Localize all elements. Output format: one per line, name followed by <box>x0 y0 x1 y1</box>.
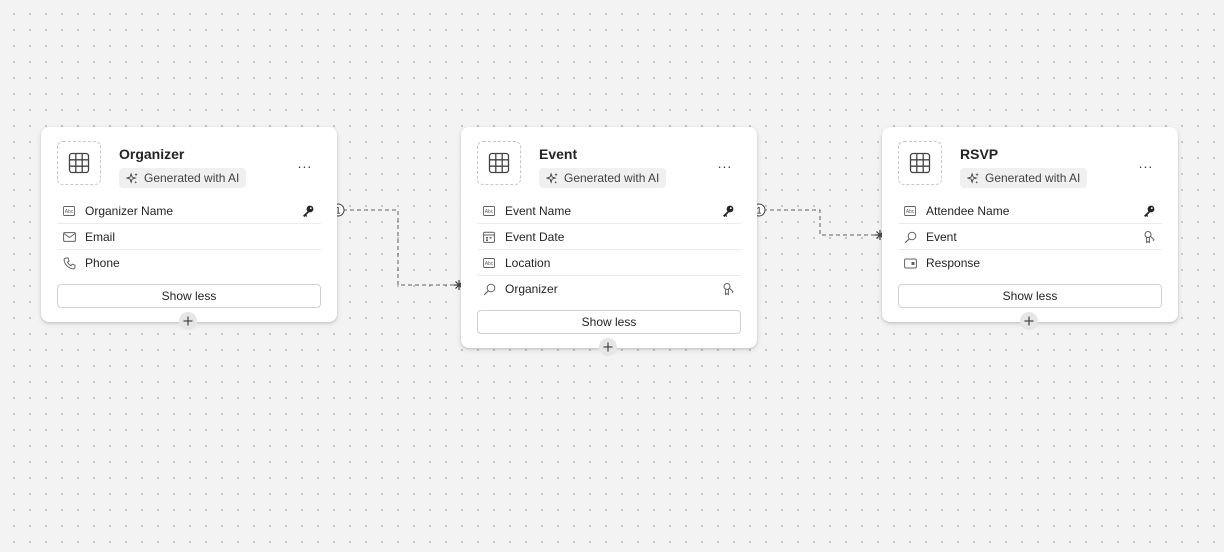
table-title: Organizer <box>119 146 185 162</box>
add-field-button[interactable] <box>1020 312 1038 330</box>
generated-with-ai-badge: Generated with AI <box>539 168 667 188</box>
field-label: Response <box>926 256 981 270</box>
table-title: RSVP <box>960 146 999 162</box>
plus-icon <box>603 342 613 352</box>
field-row-attendee-name[interactable]: Abc Attendee Name <box>898 199 1162 224</box>
badge-label: Generated with AI <box>564 171 660 185</box>
field-label: Attendee Name <box>926 204 1010 218</box>
badge-label: Generated with AI <box>985 171 1081 185</box>
field-list: Abc Event Name Event Date Abc Location O… <box>461 199 757 301</box>
svg-text:1: 1 <box>756 206 761 216</box>
field-label: Event <box>926 230 957 244</box>
field-label: Phone <box>85 256 120 270</box>
show-less-button[interactable]: Show less <box>57 284 321 308</box>
plus-icon <box>183 316 193 326</box>
table-icon <box>477 141 521 185</box>
table-title: Event <box>539 146 578 162</box>
primary-key-icon <box>1142 204 1156 218</box>
foreign-key-icon <box>721 282 735 296</box>
field-label: Email <box>85 230 116 244</box>
email-icon <box>57 232 81 242</box>
field-label: Location <box>505 256 551 270</box>
table-icon <box>898 141 942 185</box>
field-label: Event Date <box>505 230 565 244</box>
field-row-email[interactable]: Email <box>57 225 321 250</box>
field-label: Organizer <box>505 282 558 296</box>
field-row-organizer[interactable]: Organizer <box>477 277 741 301</box>
field-row-organizer-name[interactable]: Abc Organizer Name <box>57 199 321 224</box>
sparkle-icon <box>967 171 979 184</box>
sparkle-icon <box>546 171 558 184</box>
add-field-button[interactable] <box>179 312 197 330</box>
field-list: Abc Attendee Name Event Response <box>882 199 1178 275</box>
show-less-button[interactable]: Show less <box>477 310 741 334</box>
relationship-organizer-event[interactable]: 1 <box>322 203 478 290</box>
choice-icon <box>898 258 922 269</box>
lookup-icon <box>477 283 501 296</box>
relationship-event-rsvp[interactable]: 1 <box>742 203 900 240</box>
field-row-event[interactable]: Event <box>898 225 1162 250</box>
primary-key-icon <box>301 204 315 218</box>
card-header: Organizer Generated with AI ... <box>41 127 337 199</box>
text-field-icon: Abc <box>477 258 501 268</box>
table-card-organizer[interactable]: Organizer Generated with AI ... Abc Orga… <box>41 127 337 330</box>
more-options-button[interactable]: ... <box>1134 155 1158 171</box>
field-row-event-date[interactable]: Event Date <box>477 225 741 250</box>
text-field-icon: Abc <box>57 206 81 216</box>
primary-key-icon <box>721 204 735 218</box>
more-options-button[interactable]: ... <box>293 155 317 171</box>
calendar-icon <box>477 231 501 243</box>
show-less-button[interactable]: Show less <box>898 284 1162 308</box>
add-field-button[interactable] <box>599 338 617 356</box>
more-options-button[interactable]: ... <box>713 155 737 171</box>
svg-text:Abc: Abc <box>485 261 494 267</box>
card-header: RSVP Generated with AI ... <box>882 127 1178 199</box>
foreign-key-icon <box>1142 230 1156 244</box>
svg-text:Abc: Abc <box>906 209 915 215</box>
phone-icon <box>57 257 81 270</box>
field-list: Abc Organizer Name Email Phone <box>41 199 337 275</box>
field-row-phone[interactable]: Phone <box>57 251 321 275</box>
generated-with-ai-badge: Generated with AI <box>119 168 247 188</box>
svg-text:Abc: Abc <box>65 209 74 215</box>
plus-icon <box>1024 316 1034 326</box>
text-field-icon: Abc <box>477 206 501 216</box>
field-label: Organizer Name <box>85 204 174 218</box>
field-row-response[interactable]: Response <box>898 251 1162 275</box>
sparkle-icon <box>126 171 138 184</box>
field-label: Event Name <box>505 204 572 218</box>
svg-text:Abc: Abc <box>485 209 494 215</box>
table-card-event[interactable]: Event Generated with AI ... Abc Event Na… <box>461 127 757 356</box>
table-icon <box>57 141 101 185</box>
text-field-icon: Abc <box>898 206 922 216</box>
generated-with-ai-badge: Generated with AI <box>960 168 1088 188</box>
badge-label: Generated with AI <box>144 171 240 185</box>
field-row-location[interactable]: Abc Location <box>477 251 741 276</box>
field-row-event-name[interactable]: Abc Event Name <box>477 199 741 224</box>
card-header: Event Generated with AI ... <box>461 127 757 199</box>
lookup-icon <box>898 231 922 244</box>
table-card-rsvp[interactable]: RSVP Generated with AI ... Abc Attendee … <box>882 127 1178 330</box>
